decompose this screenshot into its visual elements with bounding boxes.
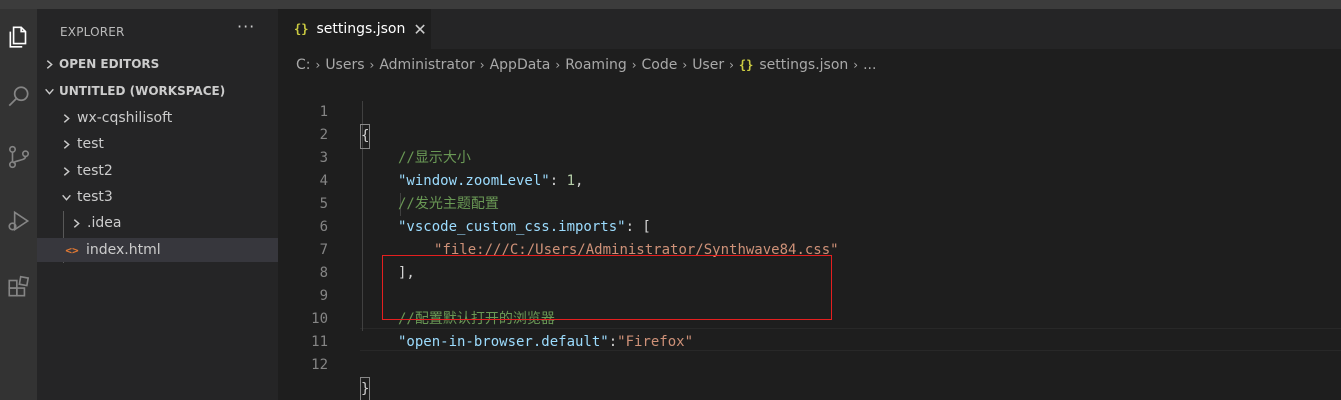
chevron-right-icon: › (479, 58, 485, 72)
tab-label: settings.json (316, 21, 406, 37)
chevron-right-icon: › (853, 58, 859, 72)
chevron-down-icon (41, 83, 57, 99)
code-text: } (360, 377, 371, 400)
source-control-icon[interactable] (0, 133, 37, 181)
breadcrumb-tail[interactable]: ... (863, 57, 876, 73)
tree-item-test2[interactable]: test2 (37, 159, 278, 183)
chevron-right-icon (58, 110, 74, 126)
tree-item-idea[interactable]: .idea (37, 211, 278, 235)
breadcrumb-item[interactable]: Code (642, 57, 678, 73)
json-file-icon: {} (738, 58, 754, 72)
breadcrumb-item[interactable]: AppData (490, 57, 551, 73)
tab-bar: {} settings.json ✕ (278, 9, 1341, 49)
explorer-title: EXPLORER (60, 25, 125, 39)
chevron-right-icon: › (369, 58, 375, 72)
explorer-sidebar: EXPLORER ··· OPEN EDITORS UNTITLED (WORK… (37, 9, 278, 400)
chevron-right-icon: › (631, 58, 637, 72)
tree-item-label: .idea (87, 215, 122, 231)
annotation-highlight-box (382, 255, 832, 320)
section-label: UNTITLED (WORKSPACE) (59, 84, 226, 98)
close-icon[interactable]: ✕ (413, 20, 426, 39)
section-open-editors[interactable]: OPEN EDITORS (37, 52, 278, 76)
breadcrumb-item[interactable]: Roaming (565, 57, 627, 73)
more-actions-icon[interactable]: ··· (237, 17, 255, 36)
section-workspace[interactable]: UNTITLED (WORKSPACE) (37, 79, 278, 103)
tree-item-label: wx-cqshilisoft (77, 110, 173, 126)
html-file-icon: <> (65, 243, 79, 257)
chevron-down-icon (58, 189, 74, 205)
breadcrumb: C: › Users › Administrator › AppData › R… (296, 54, 876, 76)
chevron-right-icon (41, 56, 57, 72)
extensions-icon[interactable] (0, 263, 37, 311)
code-line: 12 } (278, 331, 1341, 400)
breadcrumb-item[interactable]: Users (325, 57, 364, 73)
code-line: 1 { (278, 78, 1341, 149)
code-line: 2 //显示大小 (278, 101, 1341, 166)
chevron-right-icon (58, 163, 74, 179)
chevron-right-icon (58, 136, 74, 152)
tree-item-wx-cqshilisoft[interactable]: wx-cqshilisoft (37, 106, 278, 130)
code-line: 3 "window.zoomLevel": 1, (278, 124, 1341, 189)
code-line: 5 "vscode_custom_css.imports": [ (278, 170, 1341, 235)
line-number: 12 (311, 357, 328, 373)
json-file-icon: {} (294, 22, 309, 36)
run-debug-icon[interactable] (0, 197, 37, 245)
section-label: OPEN EDITORS (59, 57, 160, 71)
tab-settings-json[interactable]: {} settings.json ✕ (278, 9, 431, 49)
code-line: 7 ], (278, 216, 1341, 281)
code-line: 6 "file:///C:/Users/Administrator/Synthw… (278, 193, 1341, 258)
chevron-right-icon: › (682, 58, 688, 72)
breadcrumb-item[interactable]: User (692, 57, 724, 73)
tree-item-test[interactable]: test (37, 132, 278, 156)
chevron-right-icon: › (315, 58, 321, 72)
tree-item-label: test3 (77, 189, 113, 205)
tree-item-test3[interactable]: test3 (37, 185, 278, 209)
activity-bar (0, 9, 37, 400)
code-line: 4 //发光主题配置 (278, 147, 1341, 212)
chevron-right-icon (68, 215, 84, 231)
breadcrumb-file[interactable]: settings.json (759, 57, 848, 73)
search-icon[interactable] (0, 73, 37, 121)
tree-item-index-html[interactable]: <> index.html (37, 238, 278, 262)
title-bar (0, 0, 1341, 9)
breadcrumb-item[interactable]: Administrator (379, 57, 474, 73)
tree-item-label: test2 (77, 163, 113, 179)
editor-area: {} settings.json ✕ C: › Users › Administ… (278, 9, 1341, 400)
chevron-right-icon: › (555, 58, 561, 72)
explorer-icon[interactable] (0, 13, 37, 61)
tree-item-label: test (77, 136, 104, 152)
tree-item-label: index.html (86, 242, 161, 258)
breadcrumb-item[interactable]: C: (296, 57, 311, 73)
chevron-right-icon: › (729, 58, 734, 72)
